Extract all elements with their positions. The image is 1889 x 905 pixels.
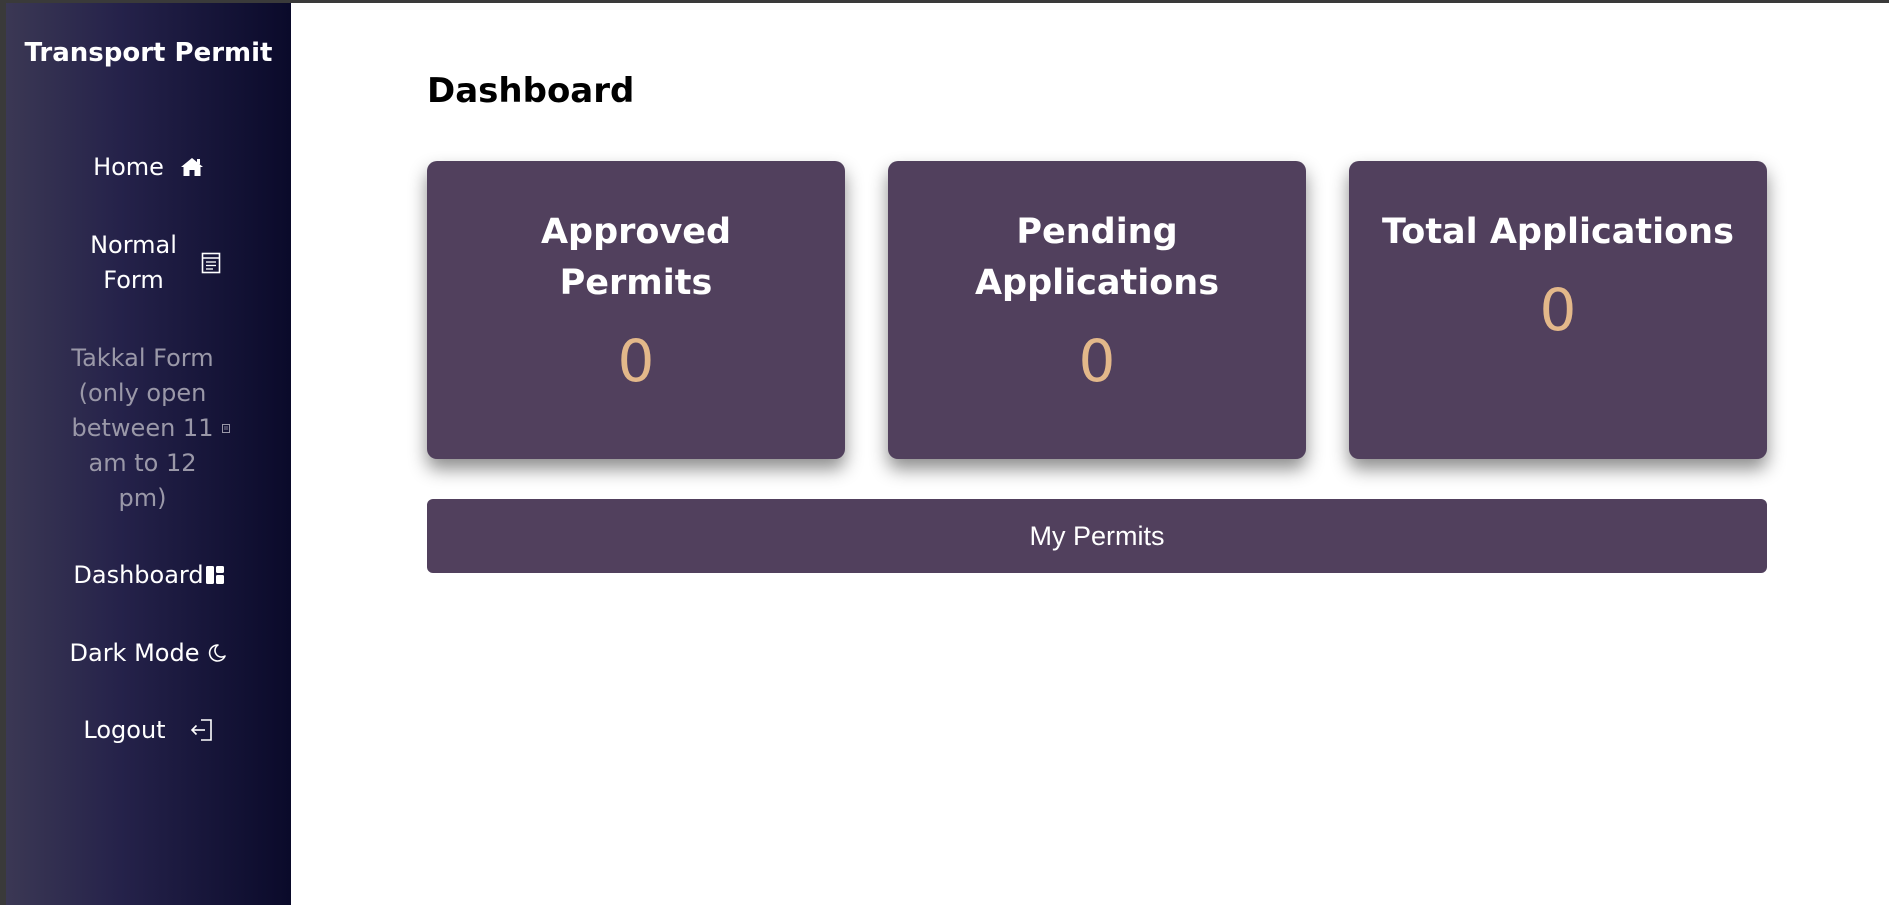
- sidebar-item-home[interactable]: Home: [6, 149, 291, 185]
- home-icon: [180, 156, 204, 178]
- moon-icon: [207, 643, 227, 663]
- stat-card-pending: Pending Applications 0: [888, 161, 1306, 459]
- sidebar-item-dark-mode[interactable]: Dark Mode: [6, 635, 291, 671]
- brand-title: Transport Permit: [24, 38, 273, 68]
- card-title: Total Applications: [1382, 212, 1734, 252]
- sidebar-item-label: Dark Mode: [69, 638, 200, 667]
- sidebar-item-label: Normal Form: [90, 231, 177, 294]
- form-icon: [221, 424, 230, 433]
- card-title: Pending Applications: [974, 212, 1220, 303]
- app-window: Transport Permit Home Normal Form Takkal…: [6, 3, 1889, 905]
- form-icon: [201, 252, 221, 274]
- sidebar-item-logout[interactable]: Logout: [6, 712, 291, 748]
- sidebar-item-takkal-form: Takkal Form (only open between 11 am to …: [6, 341, 291, 516]
- stat-card-approved: Approved Permits 0: [427, 161, 845, 459]
- my-permits-button[interactable]: My Permits: [427, 499, 1767, 573]
- stat-card-total: Total Applications 0: [1349, 161, 1767, 459]
- sidebar-item-label: Dashboard: [73, 560, 204, 589]
- page-title: Dashboard: [427, 71, 635, 111]
- sidebar: Transport Permit Home Normal Form Takkal…: [6, 3, 291, 905]
- main-content: Dashboard Approved Permits 0 Pending App…: [291, 3, 1889, 905]
- card-value: 0: [617, 327, 655, 395]
- logout-icon: [190, 718, 214, 742]
- card-value: 0: [1078, 327, 1116, 395]
- sidebar-item-label: Logout: [83, 715, 166, 744]
- sidebar-item-normal-form[interactable]: Normal Form: [6, 228, 291, 298]
- card-value: 0: [1539, 276, 1577, 344]
- dashboard-icon: [205, 566, 224, 584]
- sidebar-item-label: Home: [93, 152, 164, 181]
- card-title: Approved Permits: [540, 212, 732, 303]
- sidebar-item-label: Takkal Form (only open between 11 am to …: [71, 344, 214, 512]
- sidebar-item-dashboard[interactable]: Dashboard: [6, 557, 291, 593]
